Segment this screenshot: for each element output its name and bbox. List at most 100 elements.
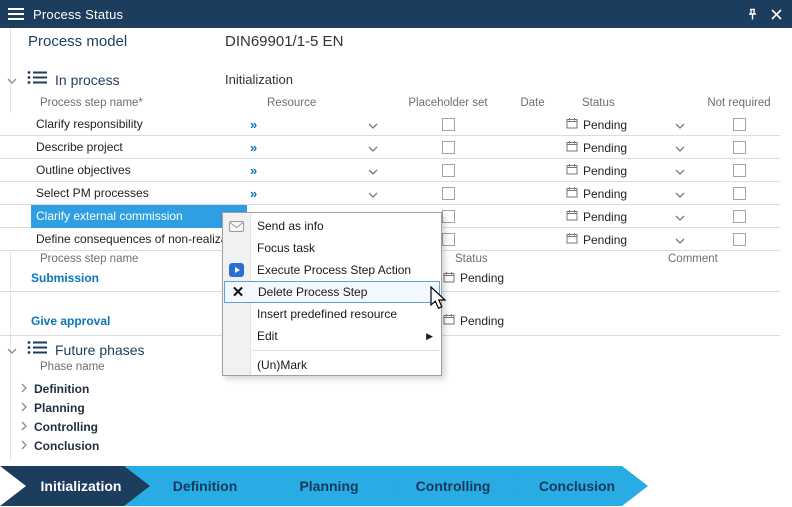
phase-chevron-initialization[interactable]: Initialization [0, 466, 152, 506]
expand-chevron-icon[interactable] [21, 437, 27, 455]
not-required-checkbox[interactable] [733, 187, 746, 200]
collapse-chevron-icon[interactable] [7, 341, 17, 359]
col-resource: Resource [247, 97, 390, 109]
delete-x-icon: ✕ [225, 285, 251, 300]
context-menu: Send as info Focus task Execute Process … [222, 212, 442, 376]
chevron-down-icon[interactable] [368, 141, 378, 155]
section-future-phases[interactable]: Future phases [7, 340, 145, 360]
not-required-checkbox[interactable] [733, 210, 746, 223]
chevron-down-icon[interactable] [368, 187, 378, 201]
menu-separator [252, 350, 439, 351]
chevron-down-icon[interactable] [675, 210, 685, 224]
col-placeholder-set: Placeholder set [390, 97, 506, 109]
step-name[interactable]: Select PM processes [31, 182, 247, 205]
chevron-down-icon[interactable] [368, 118, 378, 132]
col-status: Status [440, 253, 640, 265]
menu-icon[interactable] [8, 8, 24, 20]
table-row[interactable]: Outline objectives » Pending [0, 159, 780, 182]
resource-link-icon[interactable]: » [250, 140, 257, 155]
table-header-row: Process step name* Resource Placeholder … [0, 93, 780, 112]
expand-chevron-icon[interactable] [21, 399, 27, 417]
envelope-icon [223, 221, 250, 232]
chevron-down-icon[interactable] [675, 118, 685, 132]
status-value: Pending [583, 141, 675, 155]
phase-bar: Initialization Definition Planning Contr… [0, 466, 792, 506]
panel-titlebar: Process Status [0, 0, 792, 28]
not-required-checkbox[interactable] [733, 141, 746, 154]
chevron-down-icon[interactable] [675, 233, 685, 247]
section-future-phases-label: Future phases [55, 342, 145, 358]
chevron-down-icon[interactable] [368, 164, 378, 178]
chevron-down-icon[interactable] [675, 141, 685, 155]
calendar-icon [566, 117, 578, 132]
future-phases-tree: Definition Planning Controlling Conclusi… [0, 379, 99, 455]
placeholder-checkbox[interactable] [442, 164, 455, 177]
col-not-required: Not required [699, 97, 779, 109]
current-phase-label: Initialization [225, 72, 293, 87]
col-process-step-name: Process step name* [31, 97, 247, 109]
placeholder-checkbox[interactable] [442, 210, 455, 223]
expand-chevron-icon[interactable] [21, 380, 27, 398]
list-icon [27, 340, 47, 360]
expand-chevron-icon[interactable] [21, 418, 27, 436]
table-row[interactable]: Select PM processes » Pending [0, 182, 780, 205]
menu-item-insert-predefined-resource[interactable]: Insert predefined resource [223, 303, 441, 325]
status-value: Pending [583, 233, 675, 247]
menu-item-unmark[interactable]: (Un)Mark [223, 354, 441, 376]
list-icon [27, 70, 47, 90]
resource-link-icon[interactable]: » [250, 117, 257, 132]
close-icon[interactable] [771, 9, 782, 20]
step-name[interactable]: Define consequences of non-realization [31, 228, 247, 251]
menu-item-focus-task[interactable]: Focus task [223, 237, 441, 259]
tree-item-planning[interactable]: Planning [0, 398, 99, 417]
calendar-icon [443, 271, 455, 286]
menu-item-send-as-info[interactable]: Send as info [223, 215, 441, 237]
not-required-checkbox[interactable] [733, 118, 746, 131]
menu-item-edit[interactable]: Edit ▶ [223, 325, 441, 347]
menu-item-delete-process-step[interactable]: ✕ Delete Process Step [224, 281, 440, 303]
process-model-label: Process model [28, 33, 127, 50]
calendar-icon [566, 232, 578, 247]
calendar-icon [566, 209, 578, 224]
status-value: Pending [460, 271, 504, 285]
status-value: Pending [583, 187, 675, 201]
status-value: Pending [583, 210, 675, 224]
process-model-value: DIN69901/1-5 EN [225, 33, 343, 50]
mouse-cursor [430, 286, 448, 317]
panel-title: Process Status [33, 7, 123, 22]
calendar-icon [566, 140, 578, 155]
not-required-checkbox[interactable] [733, 233, 746, 246]
step-name[interactable]: Clarify responsibility [31, 113, 247, 136]
resource-link-icon[interactable]: » [250, 163, 257, 178]
col-date: Date [506, 97, 559, 109]
status-value: Pending [583, 118, 675, 132]
col-status: Status [559, 97, 699, 109]
chevron-down-icon[interactable] [675, 187, 685, 201]
collapse-chevron-icon[interactable] [7, 71, 17, 89]
placeholder-checkbox[interactable] [442, 141, 455, 154]
section-in-process-label: In process [55, 72, 120, 88]
status-value: Pending [583, 164, 675, 178]
chevron-down-icon[interactable] [675, 164, 685, 178]
not-required-checkbox[interactable] [733, 164, 746, 177]
table-row[interactable]: Clarify responsibility » Pending [0, 113, 780, 136]
placeholder-checkbox[interactable] [442, 118, 455, 131]
placeholder-checkbox[interactable] [442, 233, 455, 246]
pin-icon[interactable] [746, 8, 759, 21]
status-value: Pending [460, 314, 504, 328]
tree-item-definition[interactable]: Definition [0, 379, 99, 398]
play-action-icon [223, 263, 250, 277]
table-row[interactable]: Describe project » Pending [0, 136, 780, 159]
placeholder-checkbox[interactable] [442, 187, 455, 200]
step-name[interactable]: Clarify external commission [31, 205, 247, 228]
tree-item-controlling[interactable]: Controlling [0, 417, 99, 436]
col-phase-name: Phase name [40, 361, 105, 373]
step-name[interactable]: Outline objectives [31, 159, 247, 182]
section-in-process[interactable]: In process [7, 70, 120, 90]
menu-item-execute-process-step-action[interactable]: Execute Process Step Action [223, 259, 441, 281]
resource-link-icon[interactable]: » [250, 186, 257, 201]
tree-item-conclusion[interactable]: Conclusion [0, 436, 99, 455]
submenu-arrow-icon: ▶ [426, 331, 433, 342]
step-name[interactable]: Describe project [31, 136, 247, 159]
calendar-icon [566, 163, 578, 178]
